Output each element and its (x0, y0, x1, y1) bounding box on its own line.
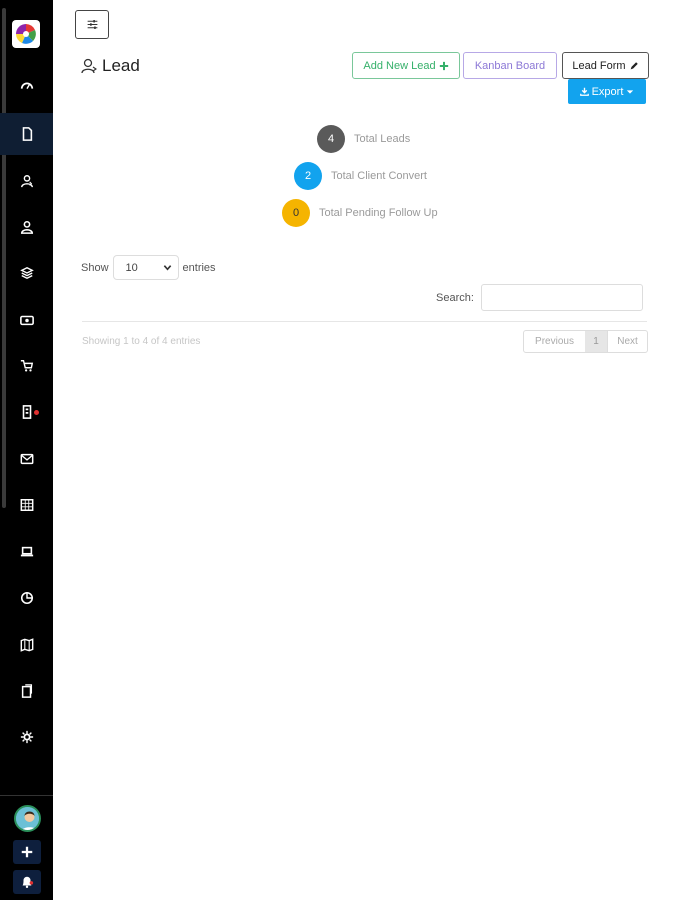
sidebar-item-money[interactable] (0, 299, 53, 341)
entries-per-page-select[interactable]: 10 (112, 255, 179, 280)
sidebar (0, 0, 53, 900)
filter-toggle-button[interactable] (75, 10, 109, 39)
sidebar-divider (0, 795, 53, 796)
page-title: Lead (80, 56, 140, 76)
show-label: Show (81, 261, 109, 274)
sidebar-item-cart[interactable] (0, 345, 53, 387)
show-entries-control: Show 10 entries (81, 255, 216, 280)
sidebar-item-mail[interactable] (0, 438, 53, 480)
kanban-board-label: Kanban Board (474, 59, 546, 72)
pagination-page-1[interactable]: 1 (585, 331, 607, 352)
pagination: Previous 1 Next (523, 330, 648, 353)
stat-label: Total Leads (354, 133, 411, 145)
add-new-lead-button[interactable]: Add New Lead (352, 52, 460, 79)
search-label: Search: (436, 291, 474, 304)
logo-icon (16, 24, 36, 44)
chevron-down-icon (163, 265, 171, 271)
lead-form-label: Lead Form (572, 59, 626, 72)
user-switch-icon (81, 58, 97, 74)
laptop-icon (20, 546, 33, 557)
pencil-icon (630, 61, 638, 69)
pie-chart-icon (20, 591, 33, 605)
layers-icon (19, 266, 34, 280)
table-divider (82, 321, 647, 322)
stat-badge: 0 (282, 199, 310, 227)
stat-badge: 4 (317, 125, 345, 153)
entries-select-value: 10 (125, 261, 138, 274)
notification-dot (34, 410, 39, 415)
clipboard-icon (21, 684, 32, 698)
sidebar-item-layers[interactable] (0, 252, 53, 294)
pagination-previous[interactable]: Previous (524, 331, 585, 352)
stat-total-client-convert: 2 Total Client Convert (294, 162, 427, 190)
download-icon (579, 87, 589, 96)
plus-icon (439, 61, 448, 70)
stat-total-leads: 4 Total Leads (317, 125, 410, 153)
bell-icon (22, 876, 34, 889)
stat-total-pending-follow-up: 0 Total Pending Follow Up (282, 199, 438, 227)
calendar-icon (20, 499, 33, 511)
notifications-button[interactable] (13, 870, 41, 894)
export-label: Export (591, 85, 624, 98)
avatar[interactable] (14, 805, 41, 832)
table-info: Showing 1 to 4 of 4 entries (82, 336, 201, 347)
user-switch-icon (20, 175, 33, 188)
add-button[interactable] (13, 840, 41, 864)
lead-form-button[interactable]: Lead Form (562, 52, 649, 79)
document-icon (22, 127, 32, 141)
map-icon (20, 638, 33, 652)
kanban-board-button[interactable]: Kanban Board (463, 52, 557, 79)
mail-icon (20, 453, 33, 465)
sidebar-item-pie-chart[interactable] (0, 577, 53, 619)
sidebar-item-clipboard[interactable] (0, 670, 53, 712)
sidebar-item-user[interactable] (0, 206, 53, 248)
export-button[interactable]: Export (568, 79, 646, 104)
entries-label: entries (182, 261, 216, 274)
stat-label: Total Pending Follow Up (319, 207, 438, 219)
plus-icon (21, 846, 33, 858)
settings-icon (20, 730, 33, 744)
building-icon (22, 405, 31, 419)
sidebar-item-settings[interactable] (0, 716, 53, 758)
search-input[interactable] (480, 284, 643, 311)
sidebar-item-map[interactable] (0, 624, 53, 666)
table-search: Search: (436, 284, 643, 311)
sidebar-item-user-switch[interactable] (0, 160, 53, 202)
sliders-icon (87, 20, 97, 29)
page-title-text: Lead (102, 56, 140, 75)
cart-icon (20, 360, 33, 372)
money-icon (19, 315, 34, 326)
user-icon (20, 220, 33, 234)
sidebar-item-document[interactable] (0, 113, 53, 155)
add-new-lead-label: Add New Lead (363, 59, 436, 72)
user-avatar-icon (16, 807, 39, 830)
app-root: Lead Add New Lead Kanban Board Lead Form… (0, 0, 675, 900)
caret-down-icon (627, 89, 634, 94)
stat-badge: 2 (294, 162, 322, 190)
stat-label: Total Client Convert (331, 170, 427, 182)
app-logo[interactable] (12, 20, 40, 48)
sidebar-item-laptop[interactable] (0, 531, 53, 573)
sidebar-item-building[interactable] (0, 391, 53, 433)
dashboard-icon (20, 82, 33, 89)
pagination-next[interactable]: Next (607, 331, 647, 352)
sidebar-item-calendar[interactable] (0, 484, 53, 526)
sidebar-item-dashboard[interactable] (0, 65, 53, 107)
